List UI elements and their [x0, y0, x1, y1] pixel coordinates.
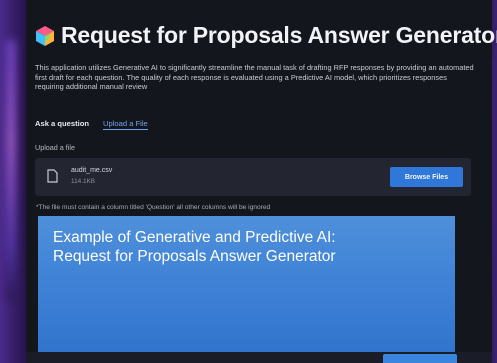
file-uploader[interactable]: audit_me.csv 114.1KB Browse Files	[35, 158, 471, 196]
caption-line-1: Example of Generative and Predictive AI:	[53, 229, 336, 246]
upload-label: Upload a file	[35, 143, 75, 152]
file-icon	[47, 169, 58, 183]
tab-ask-question[interactable]: Ask a question	[35, 119, 89, 130]
caption-overlay: Example of Generative and Predictive AI:…	[38, 216, 455, 363]
title-row: Request for Proposals Answer Generator	[34, 22, 497, 49]
caption-text: Example of Generative and Predictive AI:…	[53, 228, 336, 266]
tab-bar: Ask a question Upload a File	[35, 119, 148, 130]
bottom-partial-button[interactable]	[383, 354, 457, 363]
browse-files-button[interactable]: Browse Files	[390, 167, 463, 187]
cube-icon	[34, 25, 56, 47]
caption-line-2: Request for Proposals Answer Generator	[53, 248, 336, 265]
app-description: This application utilizes Generative AI …	[35, 63, 474, 92]
uploaded-file-size: 114.1KB	[71, 178, 96, 185]
uploaded-file-name: audit_me.csv	[71, 167, 113, 174]
page-title: Request for Proposals Answer Generator	[61, 22, 497, 48]
upload-note: *The file must contain a column titled '…	[36, 204, 271, 211]
tab-upload-file[interactable]: Upload a File	[103, 119, 148, 130]
